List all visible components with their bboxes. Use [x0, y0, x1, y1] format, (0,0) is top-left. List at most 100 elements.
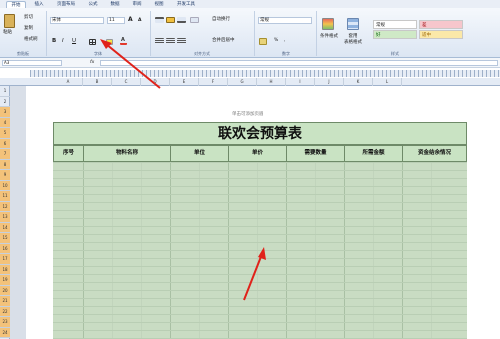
row-header[interactable]: 13 — [0, 212, 10, 223]
separator — [46, 11, 47, 56]
row-header[interactable]: 23 — [0, 317, 10, 328]
header-cell[interactable]: 需要数量 — [287, 146, 345, 161]
grid-line — [53, 234, 467, 235]
align-right-icon[interactable] — [177, 38, 186, 44]
number-format-select[interactable]: 常规 — [258, 17, 312, 24]
grid-line — [53, 178, 467, 179]
alignment-group-label: 对齐方式 — [194, 51, 210, 56]
underline-button[interactable]: U — [72, 38, 76, 44]
tab-page-layout[interactable]: 页面布局 — [52, 1, 80, 8]
paste-icon[interactable] — [4, 14, 15, 28]
fx-icon[interactable]: fx — [90, 60, 94, 66]
table-format-icon[interactable] — [347, 18, 359, 30]
row-header[interactable]: 9 — [0, 170, 10, 181]
row-header[interactable]: 5 — [0, 128, 10, 139]
header-cell[interactable]: 物料名称 — [84, 146, 171, 161]
row-header[interactable]: 21 — [0, 296, 10, 307]
row-header[interactable]: 14 — [0, 222, 10, 233]
column-header[interactable]: K — [344, 78, 373, 86]
name-box[interactable]: A3 — [2, 60, 62, 66]
column-headers: A B C D E F G H I J K L — [0, 78, 500, 86]
style-bad[interactable]: 差 — [419, 20, 463, 29]
grid-line — [53, 242, 467, 243]
row-header[interactable]: 18 — [0, 264, 10, 275]
font-name-select[interactable]: 宋体 — [50, 17, 104, 24]
header-hint[interactable]: 单击可添加页眉 — [232, 111, 264, 117]
row-header[interactable]: 15 — [0, 233, 10, 244]
style-normal[interactable]: 常规 — [373, 20, 417, 29]
italic-button[interactable]: I — [62, 38, 64, 44]
row-header[interactable]: 16 — [0, 243, 10, 254]
style-good[interactable]: 好 — [373, 30, 417, 39]
tab-developer[interactable]: 开发工具 — [172, 1, 200, 8]
column-header[interactable]: L — [373, 78, 402, 86]
align-top-icon[interactable] — [155, 17, 164, 23]
grid-line — [53, 226, 467, 227]
align-center-icon[interactable] — [166, 38, 175, 44]
row-header[interactable]: 8 — [0, 159, 10, 170]
grid-line — [53, 314, 467, 315]
comma-button[interactable]: , — [284, 38, 285, 44]
grid-line — [53, 218, 467, 219]
copy-button[interactable]: 复制 — [24, 26, 33, 32]
column-header[interactable]: G — [228, 78, 257, 86]
row-header[interactable]: 17 — [0, 254, 10, 265]
column-header[interactable]: J — [315, 78, 344, 86]
cut-button[interactable]: 剪切 — [24, 15, 33, 21]
column-header[interactable]: E — [170, 78, 199, 86]
row-header[interactable]: 1 — [0, 86, 10, 97]
wrap-text-button[interactable]: 自动换行 — [212, 17, 230, 23]
orientation-icon[interactable] — [190, 17, 199, 23]
shrink-font-button[interactable]: A — [138, 18, 141, 24]
row-header[interactable]: 11 — [0, 191, 10, 202]
row-header[interactable]: 3 — [0, 107, 10, 118]
font-size-select[interactable]: 11 — [107, 17, 125, 24]
tab-home[interactable]: 开始 — [6, 1, 26, 8]
tab-formulas[interactable]: 公式 — [84, 1, 102, 8]
row-header[interactable]: 20 — [0, 285, 10, 296]
paste-button[interactable]: 粘贴 — [3, 30, 12, 36]
bold-button[interactable]: B — [52, 38, 56, 44]
column-header[interactable]: I — [286, 78, 315, 86]
style-neutral[interactable]: 适中 — [419, 30, 463, 39]
row-header[interactable]: 24 — [0, 327, 10, 338]
annotation-arrow-icon — [100, 39, 161, 89]
column-header[interactable]: A — [54, 78, 83, 86]
row-header[interactable]: 7 — [0, 149, 10, 160]
grow-font-button[interactable]: A — [128, 17, 133, 23]
row-header[interactable]: 19 — [0, 275, 10, 286]
tab-insert[interactable]: 插入 — [30, 1, 48, 8]
table-format-button[interactable]: 套用 表格格式 — [344, 34, 362, 46]
currency-icon[interactable] — [259, 38, 267, 45]
tab-review[interactable]: 审阅 — [128, 1, 146, 8]
align-bottom-icon[interactable] — [177, 17, 186, 23]
tab-view[interactable]: 视图 — [150, 1, 168, 8]
row-header[interactable]: 4 — [0, 117, 10, 128]
column-header[interactable]: F — [199, 78, 228, 86]
border-icon[interactable] — [89, 39, 96, 45]
row-header[interactable]: 6 — [0, 138, 10, 149]
row-header[interactable]: 12 — [0, 201, 10, 212]
header-cell[interactable]: 单位 — [171, 146, 229, 161]
clipboard-group-label: 剪贴板 — [17, 51, 29, 56]
merge-center-button[interactable]: 合并后居中 — [212, 38, 235, 44]
row-header[interactable]: 2 — [0, 97, 10, 107]
page-margin — [10, 86, 26, 339]
header-cell[interactable]: 序号 — [54, 146, 84, 161]
tab-data[interactable]: 数据 — [106, 1, 124, 8]
grid-line — [53, 330, 467, 331]
align-middle-icon[interactable] — [166, 17, 175, 23]
header-cell[interactable]: 所需金额 — [345, 146, 403, 161]
format-painter-button[interactable]: 格式刷 — [24, 37, 38, 43]
conditional-format-icon[interactable] — [322, 18, 334, 30]
header-cell[interactable]: 资金结余情况 — [403, 146, 466, 161]
separator — [316, 11, 317, 56]
sheet-title[interactable]: 联欢会预算表 — [53, 122, 467, 145]
percent-button[interactable]: % — [274, 38, 278, 44]
row-header[interactable]: 22 — [0, 306, 10, 317]
column-header[interactable]: H — [257, 78, 286, 86]
row-header[interactable]: 10 — [0, 180, 10, 191]
conditional-format-button[interactable]: 条件格式 — [320, 34, 338, 40]
grid-line — [53, 306, 467, 307]
header-cell[interactable]: 单价 — [229, 146, 287, 161]
